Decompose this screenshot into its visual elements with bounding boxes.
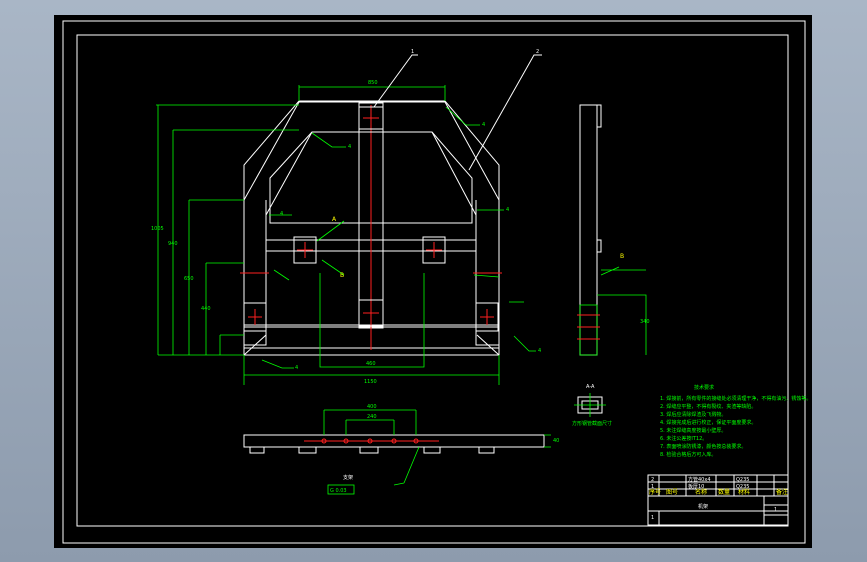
section-caption: 方形钢管截面尺寸 — [572, 420, 612, 427]
section-aa: A-A 方形钢管截面尺寸 — [572, 384, 612, 427]
svg-text:650: 650 — [184, 276, 194, 282]
tech-line-1: 1. 焊接前，所有零件的接缝处必须清理干净，不得有油污、锈蚀等。 — [660, 395, 811, 402]
svg-text:4: 4 — [538, 348, 541, 354]
header-material: 材料 — [738, 488, 750, 496]
svg-text:340: 340 — [640, 319, 650, 325]
elevation-view: 400 240 40 支架 G 0.03 — [243, 404, 559, 495]
tech-title: 技术要求 — [694, 384, 714, 391]
side-view: 340 B — [577, 104, 650, 356]
header-name: 名称 — [695, 488, 707, 496]
svg-text:4: 4 — [506, 207, 509, 213]
header-remark: 备注 — [776, 488, 788, 496]
tech-line-2: 2. 焊缝应平整，不得有裂纹、夹渣等缺陷。 — [660, 403, 756, 410]
svg-text:A: A — [332, 216, 337, 223]
tech-requirements: 技术要求 1. 焊接前，所有零件的接缝处必须清理干净，不得有油污、锈蚀等。 2.… — [660, 384, 811, 458]
outer-border — [62, 20, 806, 544]
part-label-1: 1 — [411, 49, 414, 55]
tech-line-8: 8. 检验合格后方可入库。 — [660, 451, 716, 458]
svg-text:1: 1 — [774, 507, 777, 513]
svg-text:4: 4 — [482, 122, 485, 128]
svg-text:B: B — [340, 272, 344, 279]
cad-drawing: 850 1005 940 650 440 1150 460 1 2 4 4 4 … — [62, 20, 811, 544]
svg-text:Q235: Q235 — [736, 477, 749, 483]
svg-text:1: 1 — [651, 515, 654, 521]
elevation-caption: 支架 — [343, 474, 353, 481]
svg-text:4: 4 — [295, 365, 298, 371]
svg-text:1005: 1005 — [151, 226, 164, 232]
tech-line-5: 5. 未注焊缝高度按最小壁厚。 — [660, 427, 726, 434]
front-view: 850 1005 940 650 440 1150 460 1 2 4 4 4 … — [151, 49, 542, 385]
section-label: A-A — [586, 384, 595, 390]
part-label-2: 2 — [536, 49, 539, 55]
drawing-sheet: 850 1005 940 650 440 1150 460 1 2 4 4 4 … — [54, 15, 812, 548]
svg-text:B: B — [620, 253, 624, 260]
title-block: 2 方管40x4 Q235 1 板厚10 Q235 序号 图号 名称 数量 材料… — [647, 474, 789, 526]
svg-text:2: 2 — [651, 477, 654, 483]
header-no: 序号 — [649, 488, 661, 496]
svg-text:850: 850 — [368, 80, 378, 86]
tech-line-4: 4. 焊接完成后进行校正，保证平面度要求。 — [660, 419, 756, 426]
drawing-name: 机架 — [698, 503, 708, 510]
svg-text:4: 4 — [280, 211, 283, 217]
svg-text:400: 400 — [367, 404, 377, 410]
svg-text:440: 440 — [201, 306, 211, 312]
svg-text:940: 940 — [168, 241, 178, 247]
svg-text:460: 460 — [366, 361, 376, 367]
tech-line-6: 6. 未注公差按IT12。 — [660, 435, 707, 442]
svg-text:1150: 1150 — [364, 379, 377, 385]
svg-text:4: 4 — [348, 144, 351, 150]
tech-line-3: 3. 焊后应清除焊渣及飞溅物。 — [660, 411, 726, 418]
header-qty: 数量 — [718, 488, 730, 496]
svg-text:240: 240 — [367, 414, 377, 420]
tolerance-text: G 0.03 — [330, 488, 347, 494]
svg-text:40: 40 — [553, 438, 559, 444]
header-drawing-no: 图号 — [666, 489, 678, 496]
tech-line-7: 7. 表面喷涂防锈漆，颜色按总装要求。 — [660, 443, 746, 450]
svg-text:方管40x4: 方管40x4 — [688, 476, 711, 483]
